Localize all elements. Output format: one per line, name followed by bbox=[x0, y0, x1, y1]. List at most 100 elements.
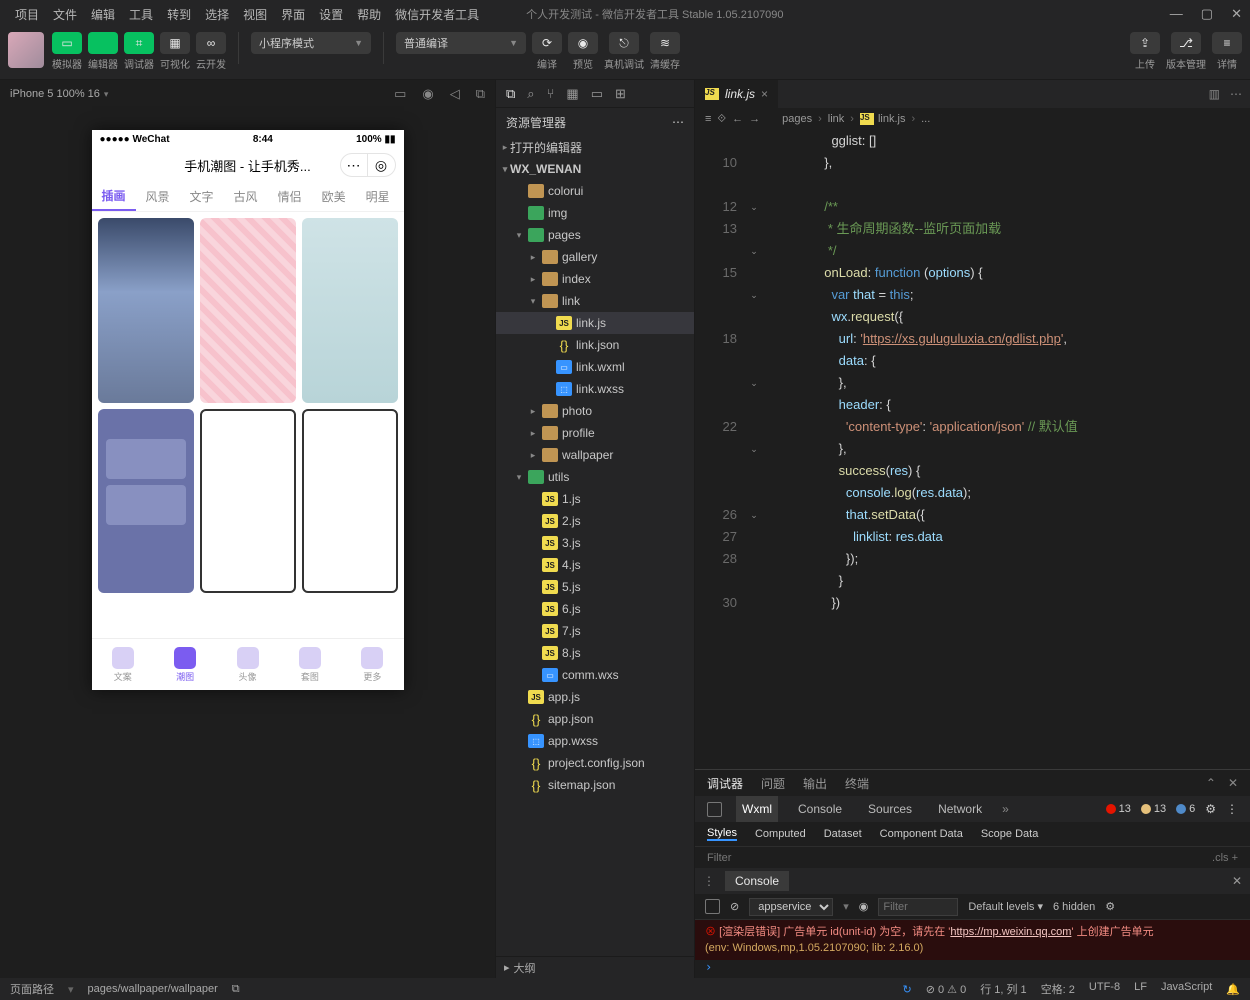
tree-node[interactable]: JS5.js bbox=[496, 576, 694, 598]
category-tab[interactable]: 风景 bbox=[136, 182, 180, 211]
target-icon[interactable]: ◎ bbox=[368, 153, 396, 177]
copy-icon[interactable]: ⧉ bbox=[232, 983, 240, 996]
context-select[interactable]: appservice bbox=[749, 898, 833, 916]
menu-item[interactable]: 选择 bbox=[198, 6, 236, 23]
menu-item[interactable]: 帮助 bbox=[350, 6, 388, 23]
close-icon[interactable]: ✕ bbox=[1231, 6, 1242, 22]
tabbar-item[interactable]: 套图 bbox=[279, 639, 341, 690]
layout-icon[interactable]: ▦ bbox=[566, 86, 578, 102]
section-project[interactable]: ▾WX_WENAN bbox=[496, 158, 694, 180]
tree-node[interactable]: JS4.js bbox=[496, 554, 694, 576]
可视化-button[interactable]: ▦ bbox=[160, 32, 190, 54]
wallpaper-card[interactable] bbox=[200, 218, 296, 403]
console-prompt[interactable]: › bbox=[695, 960, 1250, 978]
menu-item[interactable]: 编辑 bbox=[84, 6, 122, 23]
menu-item[interactable]: 工具 bbox=[122, 6, 160, 23]
tree-node[interactable]: ▭comm.wxs bbox=[496, 664, 694, 686]
wallpaper-card[interactable] bbox=[302, 218, 398, 403]
编译-button[interactable]: ⟳ bbox=[532, 32, 562, 54]
files-icon[interactable]: ⧉ bbox=[506, 86, 515, 102]
inspect-icon[interactable] bbox=[707, 802, 722, 817]
category-tab[interactable]: 情侣 bbox=[268, 182, 312, 211]
tree-node[interactable]: ▸wallpaper bbox=[496, 444, 694, 466]
tree-node[interactable]: ▭link.wxml bbox=[496, 356, 694, 378]
levels-select[interactable]: Default levels ▾ bbox=[968, 900, 1043, 913]
close-panel-icon[interactable]: ✕ bbox=[1228, 776, 1238, 790]
版本管理-button[interactable]: ⎇ bbox=[1171, 32, 1201, 54]
详情-button[interactable]: ≡ bbox=[1212, 32, 1242, 54]
avatar[interactable] bbox=[8, 32, 44, 68]
list-icon[interactable]: ≡ bbox=[705, 113, 711, 125]
mode-select[interactable]: 小程序模式▼ bbox=[251, 32, 371, 54]
ext-icon[interactable]: ⊞ bbox=[615, 86, 626, 102]
maximize-icon[interactable]: ▢ bbox=[1201, 6, 1213, 22]
breadcrumb[interactable]: ≡ ⟐ ← → pages› link› JSlink.js› ... bbox=[695, 108, 1250, 130]
nav-back-icon[interactable]: ← bbox=[732, 113, 743, 125]
tab-sources[interactable]: Sources bbox=[862, 796, 918, 822]
tabbar-item[interactable]: 潮图 bbox=[154, 639, 216, 690]
预览-button[interactable]: ◉ bbox=[568, 32, 598, 54]
bookmark-icon[interactable]: ⟐ bbox=[717, 113, 726, 126]
menu-item[interactable]: 微信开发者工具 bbox=[388, 6, 486, 23]
wallpaper-card[interactable] bbox=[98, 409, 194, 594]
清缓存-button[interactable]: ≋ bbox=[650, 32, 680, 54]
调试器-button[interactable]: ⌗ bbox=[124, 32, 154, 54]
minimize-icon[interactable]: — bbox=[1170, 6, 1183, 22]
tree-node[interactable]: {}sitemap.json bbox=[496, 774, 694, 796]
section-open-editors[interactable]: ▸打开的编辑器 bbox=[496, 136, 694, 158]
tree-node[interactable]: ⬚app.wxss bbox=[496, 730, 694, 752]
menu-item[interactable]: 界面 bbox=[274, 6, 312, 23]
tab-debugger[interactable]: 调试器 bbox=[707, 775, 743, 792]
box-icon[interactable]: ▭ bbox=[591, 86, 603, 102]
chevron-up-icon[interactable]: ⌃ bbox=[1206, 776, 1216, 790]
inspect-icon[interactable] bbox=[705, 899, 720, 914]
outline-section[interactable]: ▸大纲 bbox=[496, 956, 694, 978]
tree-node[interactable]: {}app.json bbox=[496, 708, 694, 730]
gear-icon[interactable]: ⚙ bbox=[1105, 900, 1115, 913]
close-tab-icon[interactable]: × bbox=[761, 87, 768, 101]
copy-icon[interactable]: ⧉ bbox=[476, 86, 485, 102]
more-tabs-icon[interactable]: » bbox=[1002, 802, 1009, 816]
eye-icon[interactable]: ◉ bbox=[859, 900, 869, 913]
tree-node[interactable]: JSlink.js bbox=[496, 312, 694, 334]
menu-item[interactable]: 文件 bbox=[46, 6, 84, 23]
nav-fwd-icon[interactable]: → bbox=[749, 113, 760, 125]
云开发-button[interactable]: ∞ bbox=[196, 32, 226, 54]
menu-item[interactable]: 视图 bbox=[236, 6, 274, 23]
styles-filter[interactable]: Filter bbox=[707, 852, 731, 864]
模拟器-button[interactable]: ▭ bbox=[52, 32, 82, 54]
phone-simulator[interactable]: ●●●●● WeChat8:44100% ▮▮ 手机潮图 - 让手机秀... ⋯… bbox=[92, 130, 404, 690]
tree-node[interactable]: {}project.config.json bbox=[496, 752, 694, 774]
tabbar-item[interactable]: 头像 bbox=[216, 639, 278, 690]
tree-node[interactable]: ▾pages bbox=[496, 224, 694, 246]
console-filter[interactable] bbox=[878, 898, 958, 916]
wallpaper-card[interactable] bbox=[302, 409, 398, 594]
tree-node[interactable]: JS7.js bbox=[496, 620, 694, 642]
上传-button[interactable]: ⇪ bbox=[1130, 32, 1160, 54]
tree-node[interactable]: JSapp.js bbox=[496, 686, 694, 708]
tab-wxml[interactable]: Wxml bbox=[736, 796, 778, 822]
tab-console[interactable]: Console bbox=[792, 796, 848, 822]
tree-node[interactable]: JS3.js bbox=[496, 532, 694, 554]
tree-node[interactable]: {}link.json bbox=[496, 334, 694, 356]
menu-item[interactable]: 转到 bbox=[160, 6, 198, 23]
record-icon[interactable]: ◉ bbox=[422, 86, 433, 102]
gear-icon[interactable]: ⚙ bbox=[1205, 802, 1216, 816]
compile-select[interactable]: 普通编译▼ bbox=[396, 32, 526, 54]
tree-node[interactable]: ▸index bbox=[496, 268, 694, 290]
wallpaper-card[interactable] bbox=[98, 218, 194, 403]
more-icon[interactable]: ⋯ bbox=[672, 115, 684, 129]
menu-item[interactable]: 项目 bbox=[8, 6, 46, 23]
tree-node[interactable]: ▸gallery bbox=[496, 246, 694, 268]
真机调试-button[interactable]: ⎋ bbox=[609, 32, 639, 54]
kebab-icon[interactable]: ⋮ bbox=[1226, 802, 1238, 816]
tree-node[interactable]: ▸photo bbox=[496, 400, 694, 422]
tabbar-item[interactable]: 更多 bbox=[341, 639, 403, 690]
tree-node[interactable]: JS6.js bbox=[496, 598, 694, 620]
tab-output[interactable]: 输出 bbox=[803, 775, 827, 792]
device-label[interactable]: iPhone 5 100% 16 bbox=[10, 88, 100, 100]
tab-styles[interactable]: Styles bbox=[707, 827, 737, 841]
close-console-icon[interactable]: ✕ bbox=[1232, 874, 1242, 888]
category-tab[interactable]: 插画 bbox=[92, 182, 136, 211]
device-icon[interactable]: ▭ bbox=[394, 86, 406, 102]
